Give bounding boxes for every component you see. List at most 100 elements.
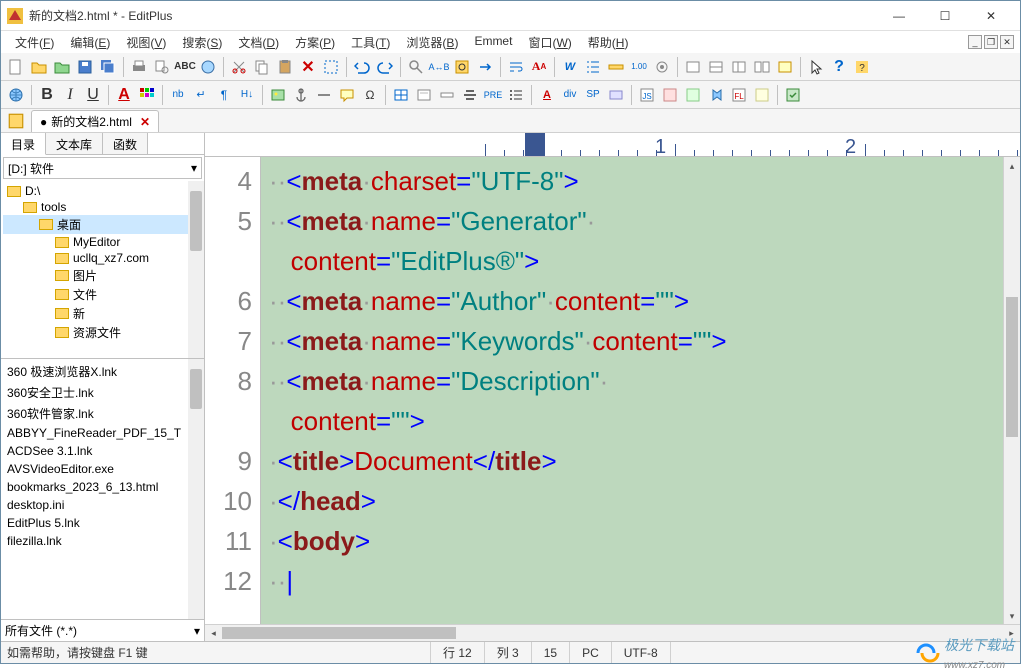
tree-item[interactable]: 图片 xyxy=(3,266,202,285)
input-button[interactable] xyxy=(436,84,458,106)
flash-button[interactable]: FL xyxy=(728,84,750,106)
sound-button[interactable] xyxy=(705,84,727,106)
replace-button[interactable]: A↔B xyxy=(428,56,450,78)
file-item[interactable]: 360安全卫士.lnk xyxy=(3,382,202,403)
menu-item[interactable]: 窗口(W) xyxy=(520,32,579,53)
new-file-button[interactable] xyxy=(5,56,27,78)
center-button[interactable] xyxy=(459,84,481,106)
code-line[interactable]: ·<body> xyxy=(269,521,1003,561)
help-button[interactable]: ? xyxy=(828,56,850,78)
bold-button[interactable]: B xyxy=(36,84,58,106)
menu-item[interactable]: 帮助(H) xyxy=(580,32,637,53)
div-button[interactable]: div xyxy=(559,84,581,106)
menu-item[interactable]: 浏览器(B) xyxy=(398,32,466,53)
tree-item[interactable]: 资源文件 xyxy=(3,323,202,342)
mdi-close-button[interactable]: ✕ xyxy=(1000,35,1014,49)
file-item[interactable]: desktop.ini xyxy=(3,496,202,514)
file-filter[interactable]: 所有文件 (*.*) ▾ xyxy=(1,619,204,641)
tree-item[interactable]: MyEditor xyxy=(3,234,202,250)
mdi-min-button[interactable]: _ xyxy=(968,35,982,49)
menu-item[interactable]: 视图(V) xyxy=(118,32,174,53)
pre-button[interactable]: PRE xyxy=(482,84,504,106)
project-button[interactable] xyxy=(774,56,796,78)
file-item[interactable]: ABBYY_FineReader_PDF_15_T xyxy=(3,424,202,442)
scroll-down-button[interactable]: ▾ xyxy=(1004,607,1020,624)
editor-viewport[interactable]: 45 678 9101112 ··<meta·charset="UTF-8">·… xyxy=(205,157,1020,624)
file-item[interactable]: 360软件管家.lnk xyxy=(3,403,202,424)
code-area[interactable]: ··<meta·charset="UTF-8">··<meta·name="Ge… xyxy=(261,157,1003,624)
settings-button[interactable] xyxy=(651,56,673,78)
code-line[interactable]: ··<meta·charset="UTF-8"> xyxy=(269,161,1003,201)
link-button[interactable]: A xyxy=(536,84,558,106)
scrollbar-horizontal[interactable]: ◂ ▸ xyxy=(205,624,1020,641)
print-button[interactable] xyxy=(128,56,150,78)
menu-item[interactable]: 编辑(E) xyxy=(62,32,118,53)
menu-item[interactable]: 方案(P) xyxy=(287,32,343,53)
column-marker-button[interactable]: 1.00 xyxy=(628,56,650,78)
menu-item[interactable]: 文档(D) xyxy=(230,32,287,53)
nbsp-button[interactable]: nb xyxy=(167,84,189,106)
find-in-files-button[interactable] xyxy=(451,56,473,78)
code-line[interactable]: ··<meta·name="Keywords"·content=""> xyxy=(269,321,1003,361)
scroll-up-button[interactable]: ▴ xyxy=(1004,157,1020,174)
tab-close-button[interactable]: ✕ xyxy=(140,115,150,129)
line-number-button[interactable] xyxy=(582,56,604,78)
scrollbar[interactable] xyxy=(188,359,204,619)
file-item[interactable]: ACDSee 3.1.lnk xyxy=(3,442,202,460)
file-item[interactable]: bookmarks_2023_6_13.html xyxy=(3,478,202,496)
tree-item[interactable]: 桌面 xyxy=(3,215,202,234)
mdi-restore-button[interactable]: ❐ xyxy=(984,35,998,49)
context-help-button[interactable]: ? xyxy=(851,56,873,78)
menu-item[interactable]: 搜索(S) xyxy=(174,32,230,53)
list-button[interactable] xyxy=(505,84,527,106)
maximize-button[interactable]: ☐ xyxy=(922,2,968,30)
code-line[interactable]: content=""> xyxy=(269,401,1003,441)
heading-button[interactable]: H↓ xyxy=(236,84,258,106)
cliptext-button[interactable] xyxy=(728,56,750,78)
script-button[interactable]: JS xyxy=(636,84,658,106)
scrollbar[interactable] xyxy=(188,181,204,358)
copy-button[interactable] xyxy=(251,56,273,78)
code-line[interactable]: ··<meta·name="Description"· xyxy=(269,361,1003,401)
minimize-button[interactable]: — xyxy=(876,2,922,30)
word-wrap-button[interactable] xyxy=(505,56,527,78)
file-item[interactable]: AVSVideoEditor.exe xyxy=(3,460,202,478)
home-icon[interactable] xyxy=(7,112,25,130)
tree-item[interactable]: 新 xyxy=(3,304,202,323)
sidebar-tab[interactable]: 文本库 xyxy=(46,133,103,154)
cursor-button[interactable] xyxy=(805,56,827,78)
cut-button[interactable] xyxy=(228,56,250,78)
inc-tag-button[interactable] xyxy=(605,84,627,106)
open-remote-button[interactable] xyxy=(51,56,73,78)
validate-button[interactable] xyxy=(782,84,804,106)
html-toolbar-button[interactable]: W xyxy=(559,56,581,78)
comment-button[interactable] xyxy=(336,84,358,106)
ruler-button[interactable] xyxy=(605,56,627,78)
tree-item[interactable]: tools xyxy=(3,199,202,215)
undo-button[interactable] xyxy=(351,56,373,78)
delete-button[interactable]: ✕ xyxy=(297,56,319,78)
sidebar-tab[interactable]: 目录 xyxy=(1,133,46,155)
table-button[interactable] xyxy=(390,84,412,106)
font-button[interactable]: AA xyxy=(528,56,550,78)
special-char-button[interactable]: Ω xyxy=(359,84,381,106)
sidebar-tab[interactable]: 函数 xyxy=(103,133,148,154)
file-list[interactable]: 360 极速浏览器X.lnk360安全卫士.lnk360软件管家.lnkABBY… xyxy=(1,359,204,619)
paragraph-button[interactable]: ¶ xyxy=(213,84,235,106)
tree-item[interactable]: 文件 xyxy=(3,285,202,304)
tree-item[interactable]: ucllq_xz7.com xyxy=(3,250,202,266)
hr-button[interactable] xyxy=(313,84,335,106)
save-all-button[interactable] xyxy=(97,56,119,78)
form-button[interactable] xyxy=(413,84,435,106)
globe-icon[interactable] xyxy=(5,84,27,106)
print-preview-button[interactable] xyxy=(151,56,173,78)
font-color-button[interactable]: A xyxy=(113,84,135,106)
redo-button[interactable] xyxy=(374,56,396,78)
browser-preview-button[interactable] xyxy=(197,56,219,78)
image-button[interactable] xyxy=(267,84,289,106)
scroll-left-button[interactable]: ◂ xyxy=(205,625,222,641)
break-button[interactable]: ↵ xyxy=(190,84,212,106)
close-button[interactable]: ✕ xyxy=(968,2,1014,30)
drive-selector[interactable]: [D:] 软件 ▾ xyxy=(3,157,202,179)
code-line[interactable]: ··<meta·name="Generator"· xyxy=(269,201,1003,241)
